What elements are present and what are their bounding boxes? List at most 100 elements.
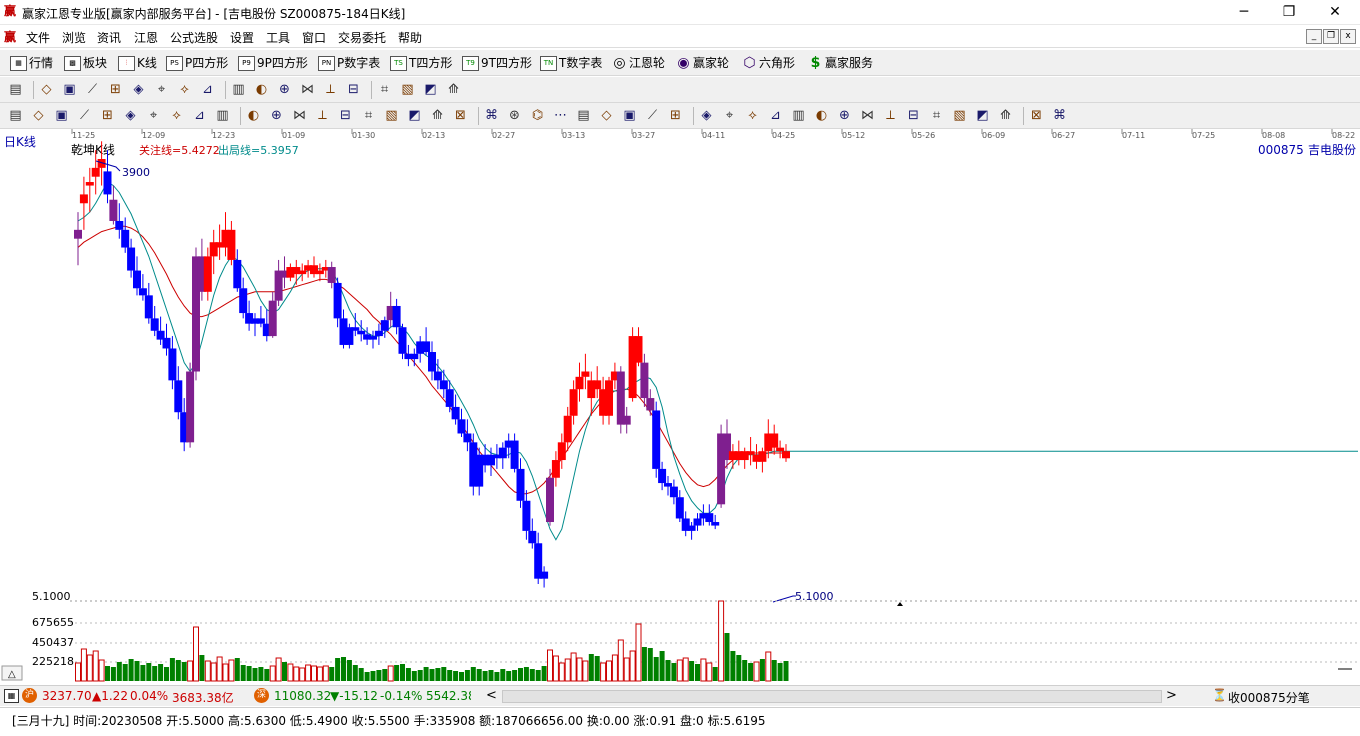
kline-button[interactable]: ⫶ K线 (118, 54, 157, 72)
draw-tool-icon[interactable]: ⌬ (530, 108, 545, 123)
nav-tool-icon[interactable]: ⊞ (108, 82, 123, 97)
maximize-button[interactable]: ❐ (1267, 2, 1311, 22)
mdi-close-button[interactable]: x (1340, 29, 1356, 44)
draw-tool-icon[interactable]: ⊕ (837, 108, 852, 123)
draw-tool-icon[interactable]: ◇ (599, 108, 614, 123)
winner-service-button[interactable]: $ 赢家服务 (808, 54, 873, 72)
draw-tool-icon[interactable]: ▤ (576, 108, 591, 123)
draw-tool-icon[interactable]: ⌘ (1052, 108, 1067, 123)
scroll-right-button[interactable]: > (1166, 688, 1177, 703)
nav-tool-icon[interactable]: ▣ (62, 82, 77, 97)
draw-tool-icon[interactable]: ⊟ (906, 108, 921, 123)
menu-trade[interactable]: 交易委托 (338, 29, 386, 46)
winner-wheel-button[interactable]: ◉ 赢家轮 (676, 54, 729, 72)
nav-tool-icon[interactable]: ◈ (131, 82, 146, 97)
gann-wheel-button[interactable]: ◎ 江恩轮 (612, 54, 665, 72)
sector-button[interactable]: ▩ 板块 (64, 54, 107, 72)
draw-tool-icon[interactable]: ▧ (384, 108, 399, 123)
nav-tool-icon[interactable]: ◐ (254, 82, 269, 97)
draw-tool-icon[interactable]: ⋯ (553, 108, 568, 123)
nav-tool-icon[interactable]: ⊟ (346, 82, 361, 97)
draw-tool-icon[interactable]: ⟡ (169, 108, 184, 123)
kline-chart-svg[interactable]: 11-25 12-09 12-23 01-09 01-30 02-13 02-27 03-13… (0, 129, 1360, 682)
mdi-minimize-button[interactable]: _ (1306, 29, 1322, 44)
draw-tool-icon[interactable]: ⟡ (745, 108, 760, 123)
p-number-table-button[interactable]: PN P数字表 (318, 54, 380, 72)
draw-tool-icon[interactable]: ⟂ (315, 108, 330, 123)
nav-tool-icon[interactable]: ▧ (400, 82, 415, 97)
draw-tool-icon[interactable]: ◈ (699, 108, 714, 123)
menu-info[interactable]: 资讯 (97, 29, 121, 46)
draw-tool-icon[interactable]: ⋈ (860, 108, 875, 123)
kline-chart-panel[interactable]: 11-25 12-09 12-23 01-09 01-30 02-13 02-27 03-13… (0, 129, 1360, 682)
9t-square-button[interactable]: T9 9T四方形 (462, 54, 532, 72)
draw-tool-icon[interactable]: ⌖ (146, 108, 161, 123)
menu-formula-screening[interactable]: 公式选股 (170, 29, 218, 46)
draw-tool-icon[interactable]: ◐ (246, 108, 261, 123)
draw-tool-icon[interactable]: ⊿ (768, 108, 783, 123)
draw-tool-icon[interactable]: ▤ (8, 108, 23, 123)
draw-tool-icon[interactable]: ⟋ (77, 108, 92, 123)
draw-tool-icon[interactable]: ⊠ (453, 108, 468, 123)
nav-tool-icon[interactable]: ▥ (231, 82, 246, 97)
quote-button[interactable]: ▦ 行情 (10, 54, 53, 72)
draw-tool-icon[interactable]: ⊠ (1029, 108, 1044, 123)
p-square-button[interactable]: PS P四方形 (166, 54, 228, 72)
draw-tool-icon[interactable]: ⟂ (883, 108, 898, 123)
draw-tool-icon[interactable]: ⊞ (100, 108, 115, 123)
menu-tools[interactable]: 工具 (266, 29, 290, 46)
tick-detail-label[interactable]: 收000875分笔 (1228, 689, 1310, 706)
draw-tool-icon[interactable]: ▥ (215, 108, 230, 123)
ticker-scrollbar[interactable] (502, 690, 1162, 703)
nav-tool-icon[interactable]: ⟂ (323, 82, 338, 97)
draw-tool-icon[interactable]: ⊞ (668, 108, 683, 123)
t-square-button[interactable]: TS T四方形 (390, 54, 452, 72)
nav-tool-icon[interactable]: ⟡ (177, 82, 192, 97)
nav-tool-icon[interactable]: ◇ (39, 82, 54, 97)
draw-tool-icon[interactable]: ⌘ (484, 108, 499, 123)
t-number-table-button[interactable]: TN T数字表 (540, 54, 602, 72)
draw-tool-icon[interactable]: ⊿ (192, 108, 207, 123)
draw-tool-icon[interactable]: ◇ (31, 108, 46, 123)
menu-window[interactable]: 窗口 (302, 29, 326, 46)
draw-tool-icon[interactable]: ⌖ (722, 108, 737, 123)
nav-tool-icon[interactable]: ⌖ (154, 82, 169, 97)
menu-gann[interactable]: 江恩 (134, 29, 158, 46)
draw-tool-icon[interactable]: ⊟ (338, 108, 353, 123)
9p-square-button[interactable]: P9 9P四方形 (238, 54, 308, 72)
grid-icon[interactable]: ▦ (4, 689, 19, 703)
nav-tool-icon[interactable]: ⟰ (446, 82, 461, 97)
menu-browse[interactable]: 浏览 (62, 29, 86, 46)
draw-tool-icon[interactable]: ⊛ (507, 108, 522, 123)
menu-help[interactable]: 帮助 (398, 29, 422, 46)
nav-tool-icon[interactable]: ⊿ (200, 82, 215, 97)
draw-tool-icon[interactable]: ⌗ (361, 108, 376, 123)
nav-tool-icon[interactable]: ⊕ (277, 82, 292, 97)
close-button[interactable]: ✕ (1313, 2, 1357, 22)
nav-tool-icon[interactable]: ⌗ (377, 82, 392, 97)
draw-tool-icon[interactable]: ⌗ (929, 108, 944, 123)
draw-tool-icon[interactable]: ⟰ (998, 108, 1013, 123)
draw-tool-icon[interactable]: ◈ (123, 108, 138, 123)
draw-tool-icon[interactable]: ⟋ (645, 108, 660, 123)
scroll-left-button[interactable]: < (486, 688, 497, 703)
draw-tool-icon[interactable]: ⊕ (269, 108, 284, 123)
nav-tool-icon[interactable]: ◩ (423, 82, 438, 97)
menu-settings[interactable]: 设置 (230, 29, 254, 46)
draw-tool-icon[interactable]: ◐ (814, 108, 829, 123)
menu-file[interactable]: 文件 (26, 29, 50, 46)
draw-tool-icon[interactable]: ▣ (54, 108, 69, 123)
nav-tool-icon[interactable]: ▤ (8, 82, 23, 97)
draw-tool-icon[interactable]: ⟰ (430, 108, 445, 123)
draw-tool-icon[interactable]: ▣ (622, 108, 637, 123)
mdi-restore-button[interactable]: ❐ (1323, 29, 1339, 44)
nav-tool-icon[interactable]: ⟋ (85, 82, 100, 97)
draw-tool-icon[interactable]: ▧ (952, 108, 967, 123)
nav-tool-icon[interactable]: ⋈ (300, 82, 315, 97)
draw-tool-icon[interactable]: ◩ (407, 108, 422, 123)
draw-tool-icon[interactable]: ◩ (975, 108, 990, 123)
draw-tool-icon[interactable]: ⋈ (292, 108, 307, 123)
minimize-button[interactable]: ─ (1222, 2, 1266, 22)
draw-tool-icon[interactable]: ▥ (791, 108, 806, 123)
hexagon-button[interactable]: ⬡ 六角形 (742, 54, 795, 72)
